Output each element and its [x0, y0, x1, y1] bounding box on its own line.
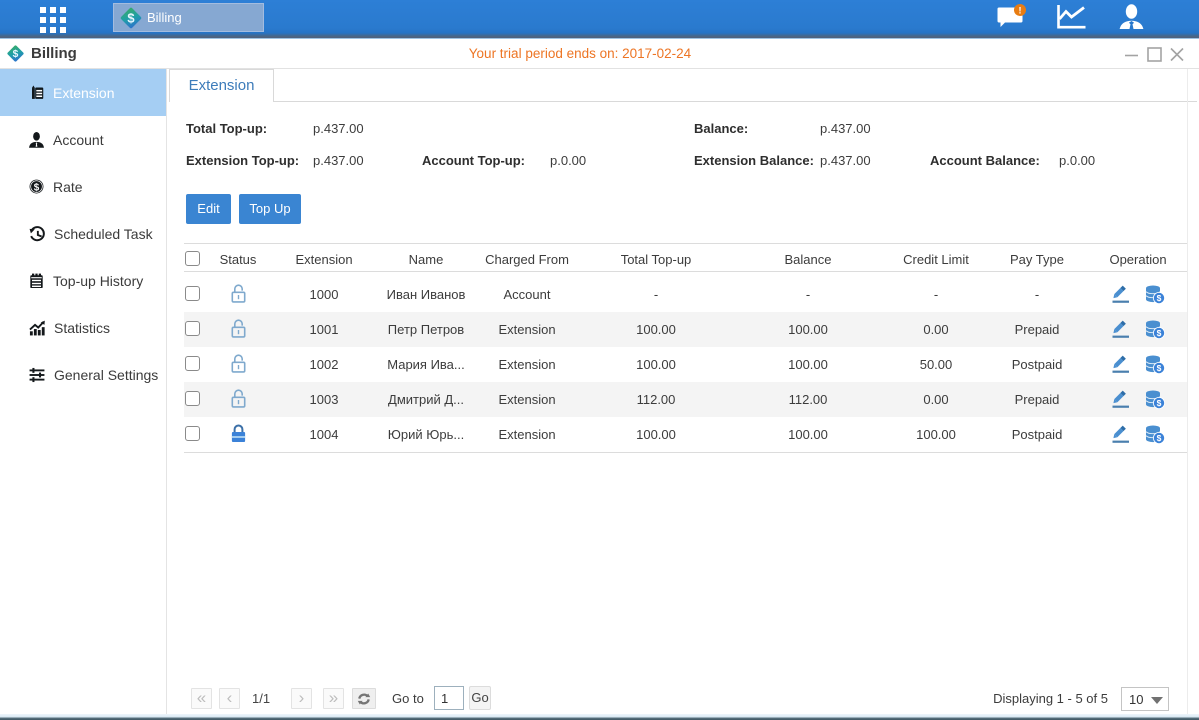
svg-text:$: $: [1157, 328, 1162, 338]
svg-text:!: !: [1019, 6, 1022, 16]
svg-text:$: $: [1157, 398, 1162, 408]
svg-text:$: $: [1157, 293, 1162, 303]
svg-text:$: $: [34, 182, 40, 193]
svg-text:$: $: [127, 10, 134, 25]
svg-text:$: $: [1157, 433, 1162, 443]
svg-text:$: $: [1157, 363, 1162, 373]
